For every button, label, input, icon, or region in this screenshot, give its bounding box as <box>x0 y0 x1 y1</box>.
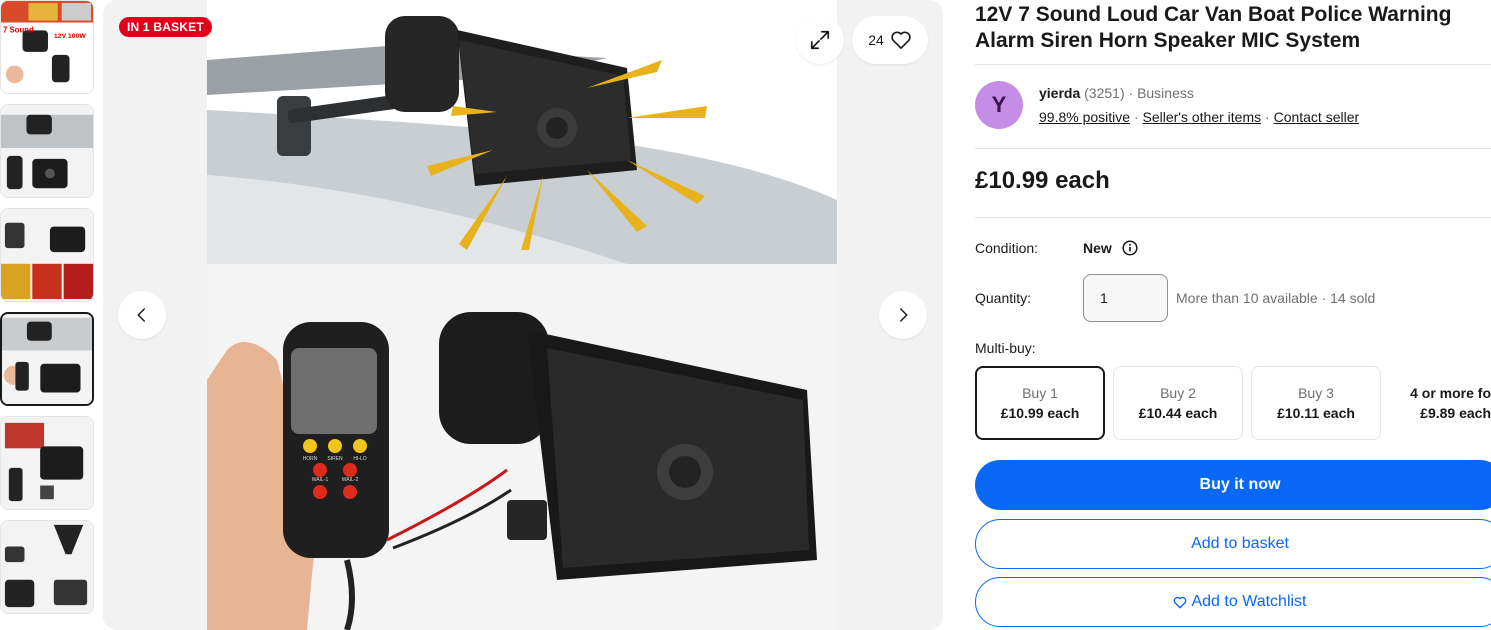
chevron-left-icon <box>137 308 145 322</box>
svg-text:HI-LO: HI-LO <box>353 456 366 462</box>
multibuy-option-1[interactable]: Buy 1 £10.99 each <box>975 366 1105 440</box>
quantity-availability: More than 10 available · 14 sold <box>1176 290 1376 306</box>
watch-count: 24 <box>868 32 884 48</box>
seller-links: 99.8% positive · Seller's other items · … <box>1039 109 1360 125</box>
previous-image-button[interactable] <box>118 291 166 339</box>
siren-parts-thumb-icon <box>1 521 93 613</box>
multibuy-label: Multi-buy: <box>975 340 1036 356</box>
seller-avatar[interactable]: Y <box>975 81 1023 129</box>
watch-count-button[interactable]: 24 <box>852 16 928 64</box>
quantity-label: Quantity: <box>975 290 1032 306</box>
svg-text:12V 100W: 12V 100W <box>54 33 86 40</box>
add-to-basket-button[interactable]: Add to basket <box>975 519 1491 569</box>
thumbnail-5[interactable] <box>0 416 94 510</box>
roof-siren-thumb-icon <box>1 105 93 197</box>
divider <box>975 64 1491 65</box>
svg-text:HORN: HORN <box>303 456 318 462</box>
seller-positive-link[interactable]: 99.8% positive <box>1039 109 1130 125</box>
thumbnail-3[interactable] <box>0 208 94 302</box>
divider <box>975 217 1491 218</box>
seller-name[interactable]: yierda <box>1039 85 1080 101</box>
seller-feedback-count: (3251) <box>1084 85 1125 101</box>
svg-text:WAIL-1: WAIL-1 <box>312 477 329 483</box>
thumbnail-1[interactable]: 7 Sound 12V 100W <box>0 0 94 94</box>
seller-other-items-link[interactable]: Seller's other items <box>1143 109 1262 125</box>
buy-it-now-button[interactable]: Buy it now <box>975 460 1491 510</box>
add-to-watchlist-button[interactable]: Add to Watchlist <box>975 577 1491 627</box>
heart-icon <box>1174 596 1187 608</box>
condition-value: New <box>1083 240 1138 256</box>
heart-icon <box>891 31 911 49</box>
thumbnail-6[interactable] <box>0 520 94 614</box>
info-icon[interactable] <box>1122 240 1138 256</box>
thumbnail-2[interactable] <box>0 104 94 198</box>
box-contents-thumb-icon <box>1 417 93 509</box>
price: £10.99 each <box>975 167 1110 194</box>
svg-text:SIREN: SIREN <box>327 456 343 462</box>
listing-details-panel: 12V 7 Sound Loud Car Van Boat Police War… <box>975 0 1491 630</box>
seller-type: Business <box>1137 85 1194 101</box>
next-image-button[interactable] <box>879 291 927 339</box>
listing-title: 12V 7 Sound Loud Car Van Boat Police War… <box>975 3 1452 52</box>
product-image[interactable]: HORN SIREN HI-LO WAIL-1 WAIL-2 <box>207 0 837 630</box>
multibuy-option-4[interactable]: 4 or more fo £9.89 each <box>1389 366 1491 440</box>
seller-info: yierda (3251) · Business <box>1039 85 1194 101</box>
siren-with-mic-thumb-icon <box>2 314 92 404</box>
expand-image-button[interactable] <box>796 16 844 64</box>
thumbnail-4[interactable] <box>0 312 94 406</box>
contact-seller-link[interactable]: Contact seller <box>1274 109 1360 125</box>
siren-kit-thumb-icon: 7 Sound 12V 100W <box>1 1 93 93</box>
chevron-right-icon <box>900 308 908 322</box>
thumbnail-strip: 7 Sound 12V 100W <box>0 0 96 630</box>
main-image-gallery: HORN SIREN HI-LO WAIL-1 WAIL-2 IN 1 BASK… <box>103 0 943 630</box>
fire-trucks-thumb-icon <box>1 209 93 301</box>
in-basket-badge: IN 1 BASKET <box>119 17 212 37</box>
multibuy-option-2[interactable]: Buy 2 £10.44 each <box>1113 366 1243 440</box>
divider <box>975 148 1491 149</box>
condition-label: Condition: <box>975 240 1039 256</box>
svg-text:WAIL-2: WAIL-2 <box>342 477 359 483</box>
multibuy-option-3[interactable]: Buy 3 £10.11 each <box>1251 366 1381 440</box>
expand-icon <box>810 30 830 50</box>
svg-text:7 Sound: 7 Sound <box>3 25 34 34</box>
quantity-input[interactable] <box>1083 274 1168 322</box>
